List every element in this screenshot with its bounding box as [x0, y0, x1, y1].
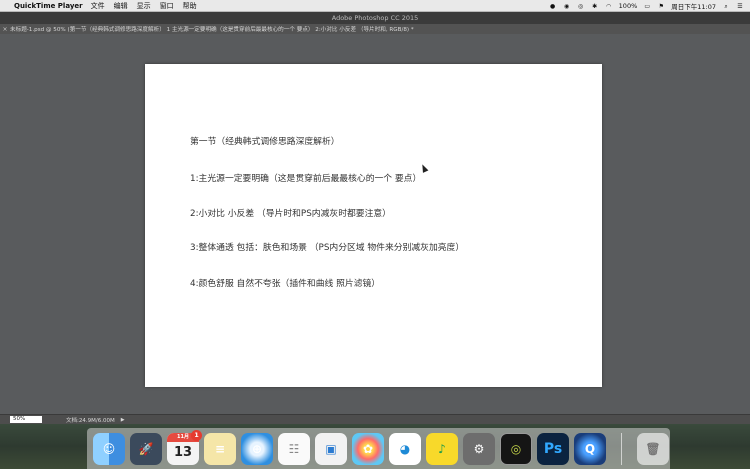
canvas-text-line-2: 2:小对比 小反差 （导片时和PS内减灰时都要注意）	[190, 209, 391, 219]
spotlight-icon[interactable]: ⌕	[722, 3, 730, 10]
document-tab-bar: × 未标题-1.psd @ 50% (第一节（经典韩式调修思路深度解析） 1 主…	[0, 24, 750, 34]
canvas-text-line-4: 4:颜色舒服 自然不夸张（插件和曲线 照片滤镜）	[190, 279, 381, 289]
weibo-icon[interactable]: ◕	[389, 432, 421, 465]
trash-icon[interactable]: 🗑	[637, 432, 669, 465]
workspace[interactable]: 第一节（经典韩式调修思路深度解析） 1:主光源一定要明确（这是贯穿前后最最核心的…	[0, 34, 750, 414]
safari-icon[interactable]: ⊕	[241, 432, 273, 465]
bluetooth-icon[interactable]: ✱	[591, 3, 599, 10]
dock-separator	[621, 432, 622, 465]
menu-help[interactable]: 帮助	[183, 1, 197, 11]
system-preferences-icon[interactable]: ⚙	[463, 432, 495, 465]
document-size: 文档:24.9M/6.00M	[66, 417, 115, 424]
menu-edit[interactable]: 编辑	[114, 1, 128, 11]
clock[interactable]: 周日下午11:07	[671, 1, 716, 11]
menu-extras: ● ◉ ◎ ✱ ◠ 100% ▭ ⚑ 周日下午11:07 ⌕ ☰	[549, 0, 744, 12]
battery-percent: 100%	[618, 2, 638, 10]
record-icon[interactable]: ●	[549, 3, 557, 10]
status-menu-arrow-icon[interactable]: ▶	[121, 417, 125, 423]
calendar-icon[interactable]: 11月 13 1	[167, 429, 202, 465]
calendar-day: 13	[173, 444, 193, 460]
launchpad-icon[interactable]: 🚀	[130, 432, 162, 465]
menu-window[interactable]: 窗口	[160, 1, 174, 11]
menu-bar: QuickTime Player 文件 编辑 显示 窗口 帮助 ● ◉ ◎ ✱ …	[0, 0, 750, 12]
dock: ☺ 🚀 11月 13 1 ≡ ⊕ ☷ ▣ ✿ ◕ ♪ ⚙ ◎ Ps Q 🗑	[87, 428, 670, 469]
document-canvas[interactable]: 第一节（经典韩式调修思路深度解析） 1:主光源一定要明确（这是贯穿前后最最核心的…	[145, 64, 602, 387]
photos-icon[interactable]: ✿	[352, 432, 384, 465]
notification-center-icon[interactable]: ☰	[736, 3, 744, 10]
flag-icon[interactable]: ⚑	[657, 3, 665, 10]
wechat-icon[interactable]: ◎	[577, 3, 585, 10]
canvas-text-line-1: 1:主光源一定要明确（这是贯穿前后最最核心的一个 要点）	[190, 174, 422, 184]
zoom-level-field[interactable]: 50%	[10, 416, 42, 423]
wifi-icon[interactable]: ◠	[605, 3, 613, 10]
canvas-text-heading: 第一节（经典韩式调修思路深度解析）	[190, 137, 340, 147]
status-bar: 50% 文档:24.9M/6.00M ▶	[0, 414, 750, 424]
qq-music-icon[interactable]: ♪	[426, 432, 458, 465]
photoshop-icon[interactable]: Ps	[537, 432, 569, 465]
qq-icon[interactable]: ◉	[563, 3, 571, 10]
app-menu[interactable]: QuickTime Player	[14, 2, 83, 10]
calendar-badge: 1	[191, 429, 202, 441]
notes-icon[interactable]: ≡	[204, 432, 236, 465]
document-tab[interactable]: 未标题-1.psd @ 50% (第一节（经典韩式调修思路深度解析） 1 主光源…	[10, 25, 414, 33]
finder-icon[interactable]: ☺	[93, 432, 125, 465]
menu-view[interactable]: 显示	[137, 1, 151, 11]
app-title-bar: Adobe Photoshop CC 2015	[0, 12, 750, 24]
menu-file[interactable]: 文件	[91, 1, 105, 11]
speaker-app-icon[interactable]: ◎	[500, 432, 532, 465]
reminders-icon[interactable]: ☷	[278, 432, 310, 465]
preview-icon[interactable]: ▣	[315, 432, 347, 465]
close-tab-icon[interactable]: ×	[0, 26, 10, 33]
battery-icon[interactable]: ▭	[643, 3, 651, 10]
canvas-text-line-3: 3:整体通透 包括：肤色和场景 （PS内分区域 物件来分别减灰加亮度）	[190, 243, 465, 253]
quicktime-icon[interactable]: Q	[574, 432, 606, 465]
